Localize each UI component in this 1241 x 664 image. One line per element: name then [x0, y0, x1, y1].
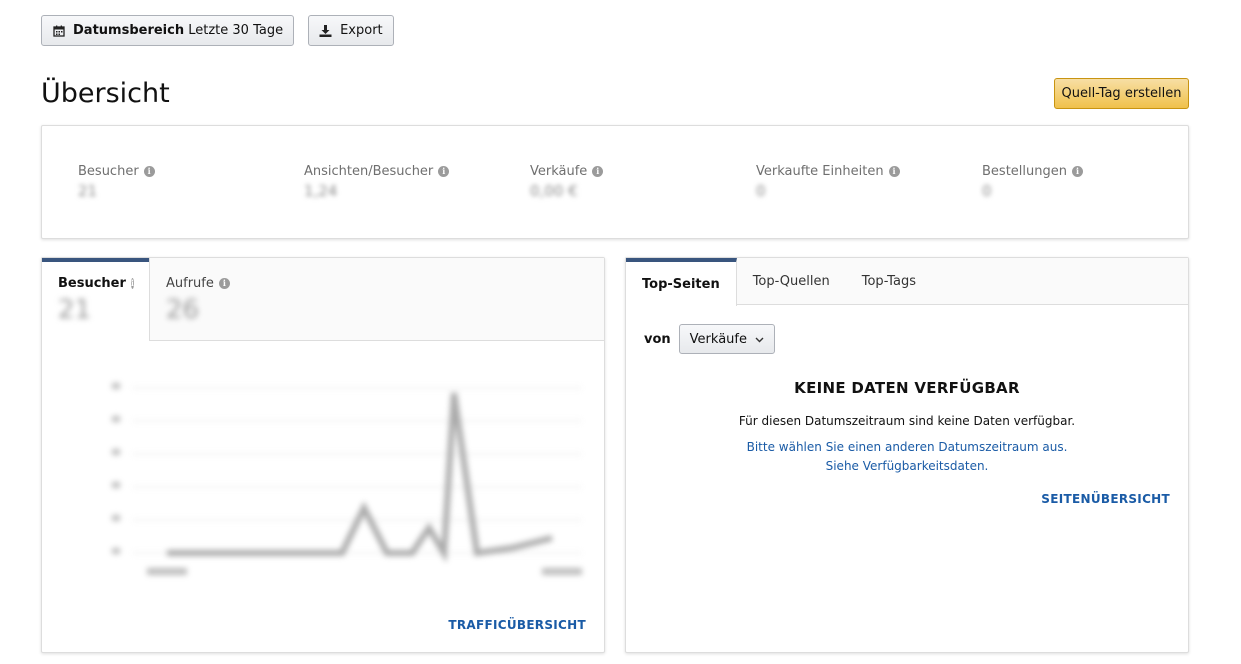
- page-title: Übersicht: [41, 78, 170, 109]
- metric-label: Ansichten/Besucher: [304, 164, 434, 179]
- no-data-title: KEINE DATEN VERFÜGBAR: [794, 379, 1020, 397]
- metric-label: Verkäufe: [530, 164, 588, 179]
- download-icon: [319, 24, 332, 37]
- top-tabs: Top-Seiten Top-Quellen Top-Tags: [626, 258, 1188, 306]
- toolbar: Datumsbereich Letzte 30 Tage Export: [41, 15, 394, 46]
- tab-page-views[interactable]: Aufrufe i 26: [149, 258, 604, 341]
- sort-by-select[interactable]: Verkäufe: [678, 324, 775, 354]
- tab-label: Besucher: [58, 276, 126, 291]
- tab-visitors[interactable]: Besucher i 21: [42, 258, 149, 341]
- info-icon[interactable]: i: [592, 166, 604, 177]
- metric-value: 1,24: [304, 182, 338, 200]
- traffic-card: Besucher i 21 Aufrufe i 26 TRAFFICÜBERSICH…: [41, 257, 605, 653]
- info-icon[interactable]: i: [218, 278, 230, 289]
- metric-orders: Bestellungen i 0: [982, 164, 1083, 200]
- tab-value: 21: [58, 295, 92, 325]
- date-range-label: Datumsbereich: [73, 23, 185, 38]
- top-card: Top-Seiten Top-Quellen Top-Tags von Verk…: [625, 257, 1189, 653]
- chevron-down-icon: [755, 332, 764, 347]
- tab-top-pages[interactable]: Top-Seiten: [626, 258, 737, 306]
- no-data-text: Für diesen Datumszeitraum sind keine Dat…: [738, 414, 1076, 428]
- metric-units-sold: Verkaufte Einheiten i 0: [756, 164, 900, 200]
- availability-data-link[interactable]: Siehe Verfügbarkeitsdaten.: [626, 459, 1188, 473]
- sort-by-label: von: [644, 331, 671, 347]
- tab-top-sources[interactable]: Top-Quellen: [737, 258, 846, 305]
- tab-top-tags[interactable]: Top-Tags: [846, 258, 932, 305]
- choose-date-range-link[interactable]: Bitte wählen Sie einen anderen Datumszei…: [626, 440, 1188, 454]
- tab-value: 26: [166, 295, 200, 325]
- info-icon[interactable]: i: [888, 166, 900, 177]
- sort-by-value: Verkäufe: [689, 331, 747, 347]
- metric-value: 0,00 €: [530, 182, 578, 200]
- info-icon[interactable]: i: [438, 166, 450, 177]
- metric-visitors: Besucher i 21: [78, 164, 155, 200]
- traffic-chart: [112, 383, 582, 575]
- info-icon[interactable]: i: [143, 166, 155, 177]
- create-source-tag-button[interactable]: Quell-Tag erstellen: [1054, 78, 1189, 109]
- export-label: Export: [340, 23, 383, 38]
- export-button[interactable]: Export: [308, 15, 394, 46]
- metrics-summary-card: Besucher i 21 Ansichten/Besucher i 1,24 Ve…: [41, 125, 1189, 239]
- metric-value: 21: [78, 182, 98, 200]
- metric-value: 0: [756, 182, 766, 200]
- traffic-tabs: Besucher i 21 Aufrufe i 26: [42, 258, 604, 341]
- info-icon[interactable]: i: [1071, 166, 1083, 177]
- metric-sales: Verkäufe i 0,00 €: [530, 164, 604, 200]
- date-range-button[interactable]: Datumsbereich Letzte 30 Tage: [41, 15, 295, 46]
- page-overview-link[interactable]: SEITENÜBERSICHT: [1041, 492, 1170, 506]
- sort-by-row: von Verkäufe: [644, 324, 775, 354]
- info-icon[interactable]: i: [130, 278, 134, 289]
- metric-label: Verkaufte Einheiten: [756, 164, 884, 179]
- metric-views-per-visitor: Ansichten/Besucher i 1,24: [304, 164, 450, 200]
- date-range-value: Letzte 30 Tage: [188, 23, 284, 38]
- traffic-overview-link[interactable]: TRAFFICÜBERSICHT: [448, 618, 586, 632]
- metric-label: Besucher: [78, 164, 139, 179]
- metric-value: 0: [982, 182, 992, 200]
- metric-label: Bestellungen: [982, 164, 1067, 179]
- tab-label: Aufrufe: [166, 276, 214, 291]
- calendar-icon: [52, 24, 65, 37]
